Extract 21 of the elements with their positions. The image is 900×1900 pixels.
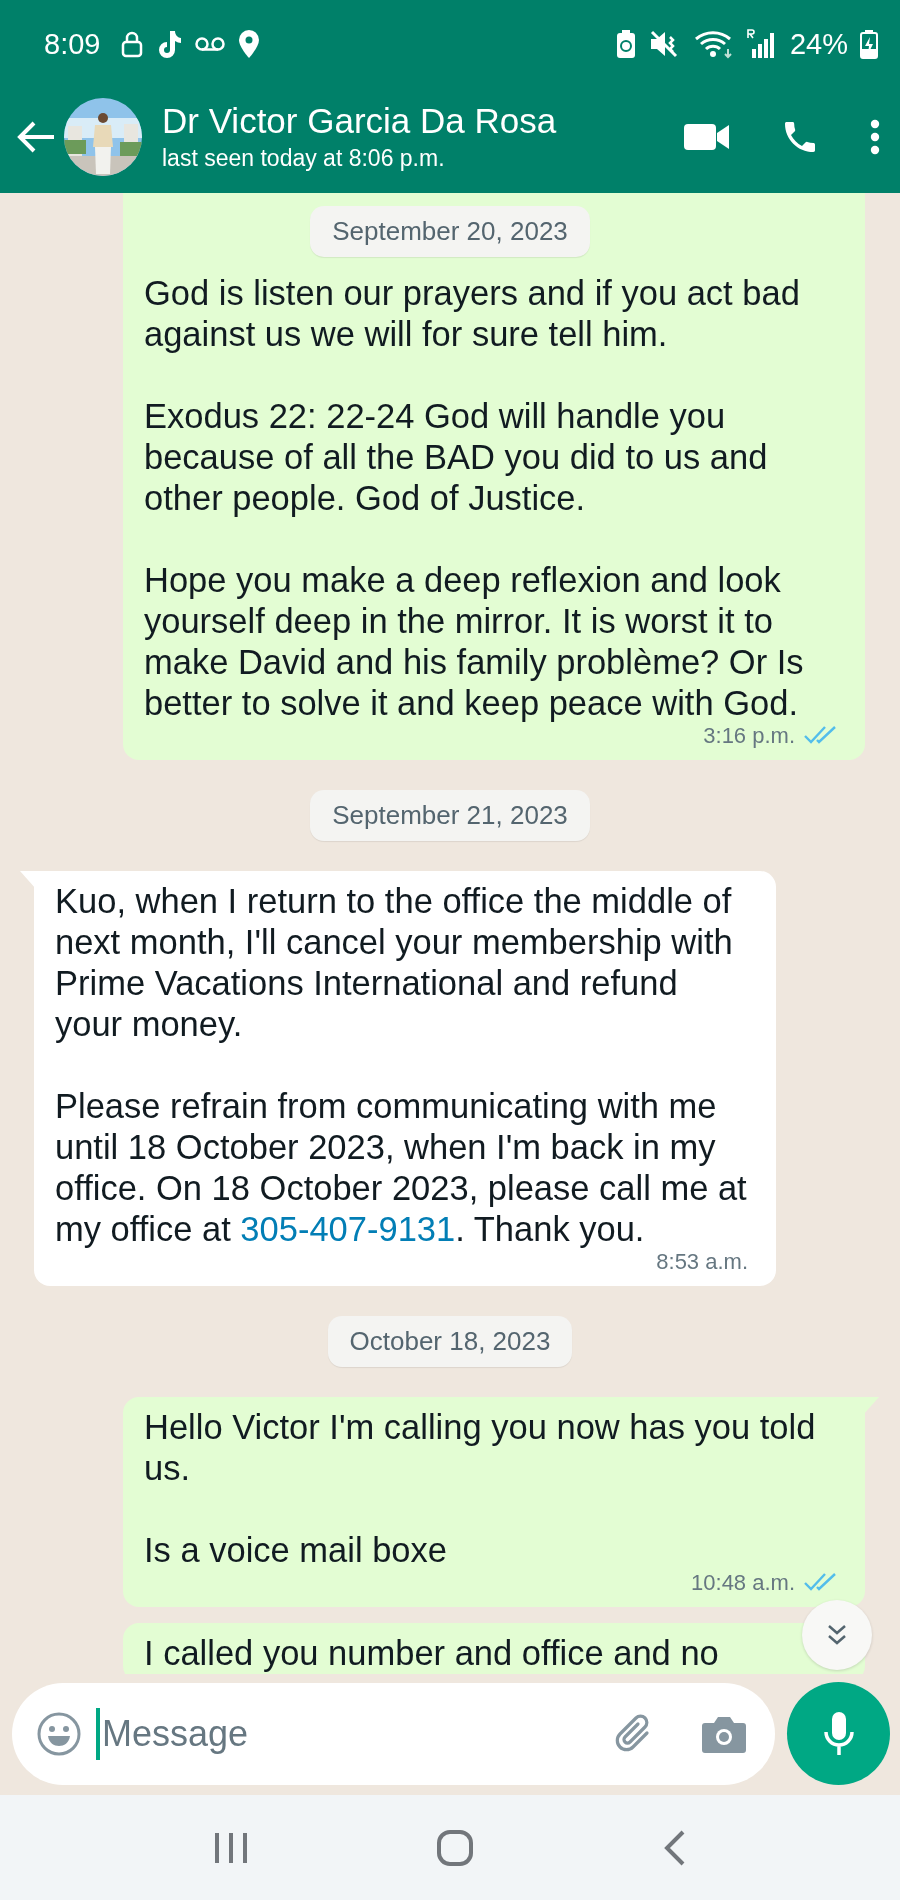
message-text: Please refrain from communicating with me until 18 October 2023, when I'm back in my office. On 18 October 2023, please call me at my office at 305-407-9131. Thank you. bbox=[55, 1086, 748, 1250]
message-field[interactable]: Message bbox=[12, 1682, 775, 1785]
battery-percentage: 24% bbox=[789, 27, 848, 61]
message-text: God is listen our prayers and if you act bad against us we will for sure tell him. bbox=[144, 273, 801, 355]
message-time: 10:48 a.m. bbox=[691, 1568, 795, 1597]
message-text: Hello Victor I'm calling you now has you told us. bbox=[144, 1407, 817, 1489]
date-chip: October 18, 2023 bbox=[327, 1316, 573, 1367]
last-seen-status: last seen today at 8:06 p.m. bbox=[162, 145, 446, 172]
message-text: Hope you make a deep reflexion and look yourself deep in the mirror. It is worst it to make David and his family problème? Or Is better to solve it and keep peace with God. bbox=[144, 560, 805, 724]
message-text: I called you number and office and no bbox=[144, 1633, 720, 1674]
date-chip: September 21, 2023 bbox=[310, 790, 590, 841]
status-time: 8:09 bbox=[44, 27, 101, 61]
message-time: 3:16 p.m. bbox=[703, 721, 795, 750]
message-time: 8:53 a.m. bbox=[656, 1247, 748, 1276]
contact-name[interactable]: Dr Victor Garcia Da Rosa bbox=[162, 101, 634, 141]
message-text: Is a voice mail boxe bbox=[144, 1530, 448, 1571]
phone-link[interactable]: 305-407-9131 bbox=[240, 1210, 456, 1248]
message-text: Exodus 22: 22-24 God will handle you because of all the BAD you did to us and other people. God of Justice. bbox=[144, 396, 769, 519]
date-chip: September 20, 2023 bbox=[310, 206, 590, 257]
message-text: Kuo, when I return to the office the middle of next month, I'll cancel your membership with Prime Vacations International and refund your money. bbox=[55, 881, 734, 1045]
message-input[interactable]: Message bbox=[102, 1712, 597, 1755]
